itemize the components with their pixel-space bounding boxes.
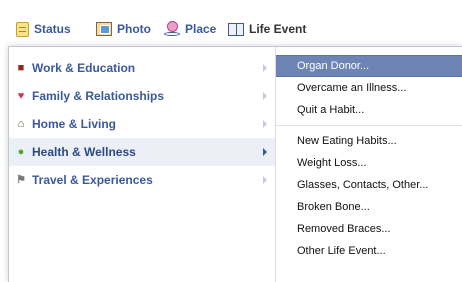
category-label: Family & Relationships [32,89,165,103]
tab-life-event[interactable]: Life Event [228,19,306,39]
submenu-item-broken-bone[interactable]: Broken Bone... [276,196,462,218]
submenu-item-organ-donor[interactable]: Organ Donor... [276,55,462,77]
submenu-item-other-life-event[interactable]: Other Life Event... [276,240,462,262]
tab-place[interactable]: Place [164,19,216,39]
tab-photo-label: Photo [117,22,151,36]
chevron-right-icon [263,64,267,72]
submenu-divider [276,125,462,126]
submenu-item-weight-loss[interactable]: Weight Loss... [276,152,462,174]
category-travel-experiences[interactable]: ⚑ Travel & Experiences [9,166,275,194]
submenu-item-new-eating-habits[interactable]: New Eating Habits... [276,130,462,152]
submenu-item-removed-braces[interactable]: Removed Braces... [276,218,462,240]
tab-place-label: Place [185,22,217,36]
flag-icon: ⚑ [16,174,26,186]
tab-photo[interactable]: Photo [96,19,151,39]
category-family-relationships[interactable]: ♥ Family & Relationships [9,82,275,110]
category-list: ■ Work & Education ♥ Family & Relationsh… [9,47,276,282]
category-home-living[interactable]: ⌂ Home & Living [9,110,275,138]
category-work-education[interactable]: ■ Work & Education [9,54,275,82]
category-label: Health & Wellness [32,145,136,159]
life-event-menu: ■ Work & Education ♥ Family & Relationsh… [8,46,462,282]
category-label: Home & Living [32,117,117,131]
status-icon [16,21,29,37]
photo-icon [96,22,112,36]
place-icon [164,21,180,37]
apple-icon: ● [17,146,25,158]
chevron-right-icon [263,92,267,100]
submenu-item-glasses-contacts[interactable]: Glasses, Contacts, Other... [276,174,462,196]
chevron-right-icon [263,148,267,156]
category-label: Travel & Experiences [32,173,153,187]
chevron-right-icon [263,176,267,184]
house-icon: ⌂ [17,118,25,130]
health-wellness-submenu: Organ Donor... Overcame an Illness... Qu… [276,55,462,262]
life-event-icon [228,22,244,36]
composer-tabs: Status Photo Place Life Event [0,0,462,46]
tab-status-label: Status [34,22,71,36]
tab-life-event-label: Life Event [249,22,307,36]
category-label: Work & Education [32,61,136,75]
submenu-item-quit-habit[interactable]: Quit a Habit... [276,99,462,121]
heart-icon: ♥ [17,90,25,102]
chevron-right-icon [263,120,267,128]
tab-status[interactable]: Status [16,19,71,39]
submenu-item-overcame-illness[interactable]: Overcame an Illness... [276,77,462,99]
category-health-wellness[interactable]: ● Health & Wellness [9,138,275,166]
briefcase-icon: ■ [17,62,25,74]
